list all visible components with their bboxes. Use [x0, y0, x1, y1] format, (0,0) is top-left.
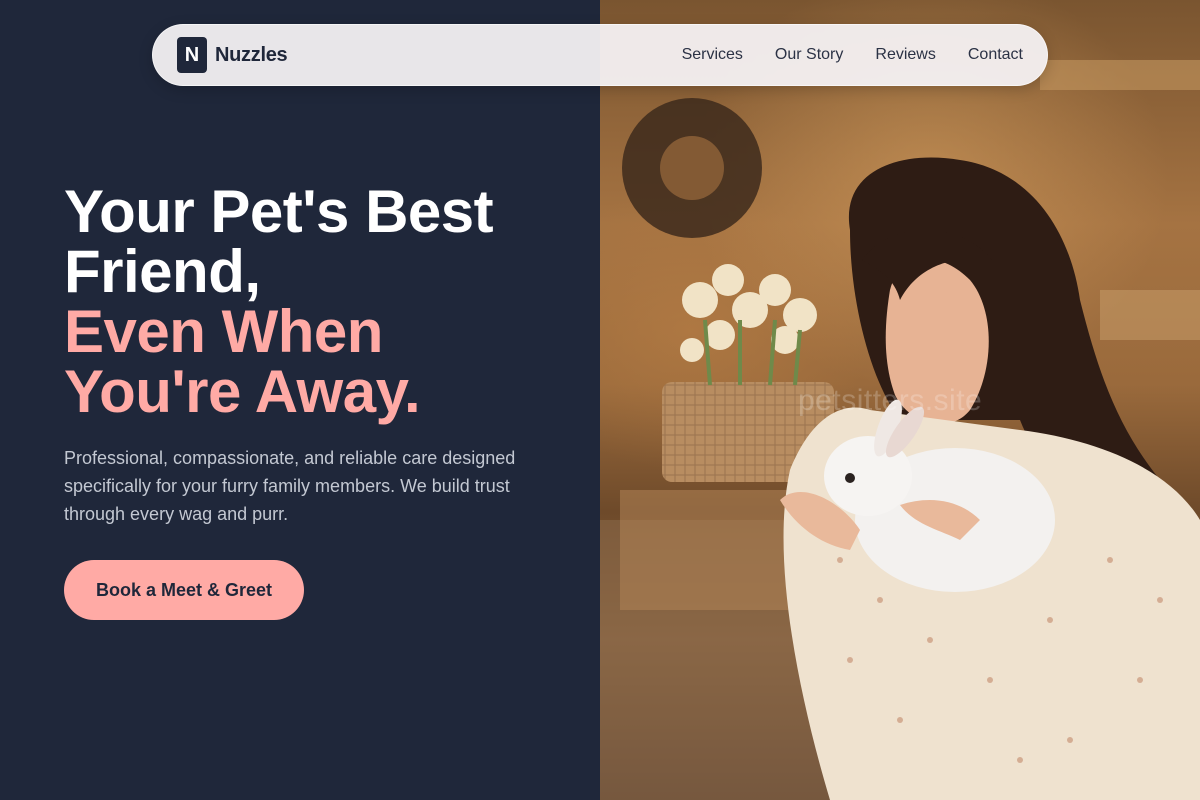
nav-link-services[interactable]: Services — [682, 46, 743, 64]
top-navbar: N Nuzzles Services Our Story Reviews Con… — [152, 24, 1048, 86]
nav-links: Services Our Story Reviews Contact — [682, 46, 1023, 64]
nav-link-contact[interactable]: Contact — [968, 46, 1023, 64]
brand-name: Nuzzles — [215, 43, 288, 66]
headline-line-4: You're Away. — [64, 358, 421, 425]
brand-logo[interactable]: N Nuzzles — [177, 37, 288, 73]
hero-photo: petsitters.site — [600, 0, 1200, 800]
headline-line-2: Friend, — [64, 238, 261, 305]
hero-headline: Your Pet's Best Friend, Even When You're… — [64, 182, 584, 422]
book-meet-greet-button[interactable]: Book a Meet & Greet — [64, 560, 304, 620]
nav-link-reviews[interactable]: Reviews — [875, 46, 935, 64]
logo-icon: N — [177, 37, 207, 73]
image-watermark: petsitters.site — [798, 384, 983, 417]
headline-line-3: Even When — [64, 298, 383, 365]
hero-description: Professional, compassionate, and reliabl… — [64, 448, 516, 524]
landing-page: petsitters.site N Nuzzles Services Our S… — [0, 0, 1200, 800]
nav-link-our-story[interactable]: Our Story — [775, 46, 843, 64]
headline-line-1: Your Pet's Best — [64, 178, 494, 245]
